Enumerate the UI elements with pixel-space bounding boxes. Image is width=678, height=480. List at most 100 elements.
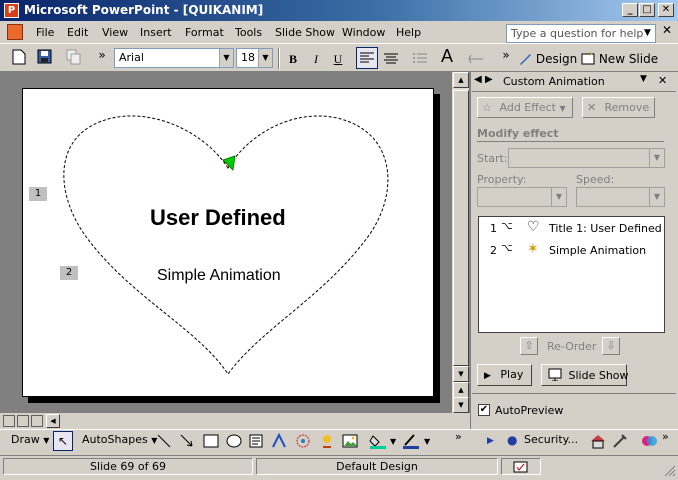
menu-insert[interactable]: Insert <box>140 26 172 39</box>
heart-motion-path[interactable] <box>22 88 434 397</box>
menu-help[interactable]: Help <box>396 26 421 39</box>
slide-show-view-icon[interactable] <box>31 415 43 427</box>
remove-button[interactable]: ✕ Remove <box>582 97 655 118</box>
slide-show-button[interactable]: Slide Show <box>541 364 629 386</box>
new-document-icon[interactable] <box>9 49 29 69</box>
on-click-mouse-icon: ⌥ <box>501 243 513 254</box>
start-select[interactable]: ▼ <box>508 148 665 168</box>
underline-button[interactable]: U <box>328 49 348 69</box>
font-name-arrow-icon[interactable]: ▼ <box>219 49 233 67</box>
fill-color-icon[interactable] <box>369 433 389 449</box>
security-button[interactable]: Security... <box>524 433 578 446</box>
task-pane-close-icon[interactable]: ✕ <box>658 74 667 87</box>
toolbar-separator <box>278 48 280 69</box>
font-name-select[interactable]: Arial ▼ <box>114 48 234 68</box>
document-icon[interactable] <box>7 24 23 40</box>
modify-effect-heading: Modify effect <box>477 127 559 140</box>
animation-list[interactable]: 1 ⌥ ♡ Title 1: User Defined 2 ⌥ ✶ Simple… <box>478 216 665 333</box>
animation-list-item[interactable]: 2 ⌥ ✶ Simple Animation <box>479 241 664 261</box>
tools-icon[interactable] <box>612 433 630 449</box>
oval-tool-icon[interactable] <box>226 434 242 448</box>
align-left-button[interactable] <box>356 47 378 69</box>
task-pane-back-icon[interactable]: ◀ <box>474 74 482 85</box>
move-up-icon[interactable]: ⇧ <box>520 337 538 355</box>
security-play-icon[interactable]: ▶ <box>487 436 494 446</box>
speed-select[interactable]: ▼ <box>576 187 665 207</box>
menu-tools[interactable]: Tools <box>235 26 262 39</box>
wordart-icon[interactable] <box>271 433 287 449</box>
center-align-icon[interactable] <box>381 49 401 69</box>
arrow-tool-icon[interactable] <box>180 434 194 448</box>
scroll-left-icon[interactable]: ◀ <box>46 414 60 428</box>
insert-picture-icon[interactable] <box>342 433 358 449</box>
animation-tag-2[interactable]: 2 <box>60 266 78 280</box>
toolbar-more-icon[interactable]: » <box>92 45 112 65</box>
fill-color-arrow-icon[interactable]: ▼ <box>390 437 396 446</box>
ask-question-input[interactable]: Type a question for help <box>506 24 656 43</box>
minimize-button[interactable]: _ <box>622 3 638 17</box>
animation-tag-1[interactable]: 1 <box>29 187 47 201</box>
slide-title[interactable]: User Defined <box>150 205 286 231</box>
add-effect-star-icon: ☆ <box>482 101 492 114</box>
property-select[interactable]: ▼ <box>477 187 567 207</box>
resize-grip-icon[interactable] <box>662 463 676 477</box>
spelling-status-cell <box>501 458 541 475</box>
line-tool-icon[interactable] <box>157 434 171 448</box>
scroll-thumb[interactable] <box>453 90 469 366</box>
menu-edit[interactable]: Edit <box>67 26 88 39</box>
task-pane-menu-icon[interactable]: ▼ <box>640 74 647 84</box>
normal-view-icon[interactable] <box>3 415 15 427</box>
diagram-icon[interactable] <box>295 433 311 449</box>
ask-dropdown-arrow-icon[interactable]: ▼ <box>640 25 655 42</box>
select-objects-icon[interactable]: ↖ <box>53 431 73 451</box>
clip-art-icon[interactable] <box>319 433 335 449</box>
design-button[interactable]: Design <box>518 49 577 69</box>
menu-format[interactable]: Format <box>185 26 224 39</box>
maximize-button[interactable]: □ <box>639 3 655 17</box>
bullets-icon[interactable] <box>410 49 430 69</box>
color-scheme-icon[interactable] <box>640 433 660 449</box>
control-toolbox-icon[interactable] <box>589 433 607 449</box>
menu-file[interactable]: File <box>36 26 54 39</box>
menu-view[interactable]: View <box>102 26 128 39</box>
play-button[interactable]: ▶ Play <box>477 364 532 386</box>
reorder-label: Re-Order <box>547 340 597 353</box>
move-down-icon[interactable]: ⇩ <box>602 337 620 355</box>
autoshapes-menu-button[interactable]: AutoShapes ▼ <box>82 433 157 446</box>
drawing-more-icon[interactable]: » <box>455 430 462 443</box>
slide-sorter-view-icon[interactable] <box>17 415 29 427</box>
font-size-arrow-icon[interactable]: ▼ <box>258 49 272 67</box>
next-slide-icon[interactable]: ▼ <box>453 397 469 413</box>
scroll-down-icon[interactable]: ▼ <box>453 366 469 382</box>
line-color-icon[interactable] <box>402 433 422 449</box>
text-direction-icon[interactable] <box>466 49 486 69</box>
toolbar-overflow-icon[interactable]: » <box>662 430 669 443</box>
toolbar-more-icon-2[interactable]: » <box>496 45 516 65</box>
rectangle-tool-icon[interactable] <box>203 434 219 448</box>
autopreview-checkbox[interactable]: ✔ <box>478 404 490 416</box>
animation-list-item[interactable]: 1 ⌥ ♡ Title 1: User Defined <box>479 219 664 239</box>
add-effect-button[interactable]: ☆ Add Effect ▼ <box>477 97 573 118</box>
new-slide-icon <box>581 51 595 65</box>
menu-slide-show[interactable]: Slide Show <box>275 26 335 39</box>
increase-font-button[interactable]: A <box>437 46 457 66</box>
italic-button[interactable]: I <box>306 49 326 69</box>
heart-motion-icon: ♡ <box>527 219 540 235</box>
close-button[interactable]: ✕ <box>658 3 674 17</box>
scroll-up-icon[interactable]: ▲ <box>453 72 469 88</box>
draw-menu-button[interactable]: Draw ▼ <box>11 433 49 446</box>
security-bullet-icon[interactable]: ● <box>507 433 517 447</box>
powerpoint-app-icon[interactable]: P <box>4 3 19 18</box>
previous-slide-icon[interactable]: ▲ <box>453 382 469 398</box>
save-icon[interactable] <box>34 49 54 69</box>
bold-button[interactable]: B <box>283 49 303 69</box>
copy-icon[interactable] <box>64 49 84 69</box>
new-slide-button[interactable]: New Slide <box>581 49 658 69</box>
line-color-arrow-icon[interactable]: ▼ <box>424 437 430 446</box>
mdi-close-button[interactable]: ✕ <box>662 23 672 37</box>
slide-subtitle[interactable]: Simple Animation <box>157 267 281 285</box>
textbox-tool-icon[interactable] <box>249 434 263 448</box>
menu-window[interactable]: Window <box>342 26 385 39</box>
font-size-select[interactable]: 18 ▼ <box>236 48 273 68</box>
task-pane-forward-icon[interactable]: ▶ <box>485 74 493 85</box>
